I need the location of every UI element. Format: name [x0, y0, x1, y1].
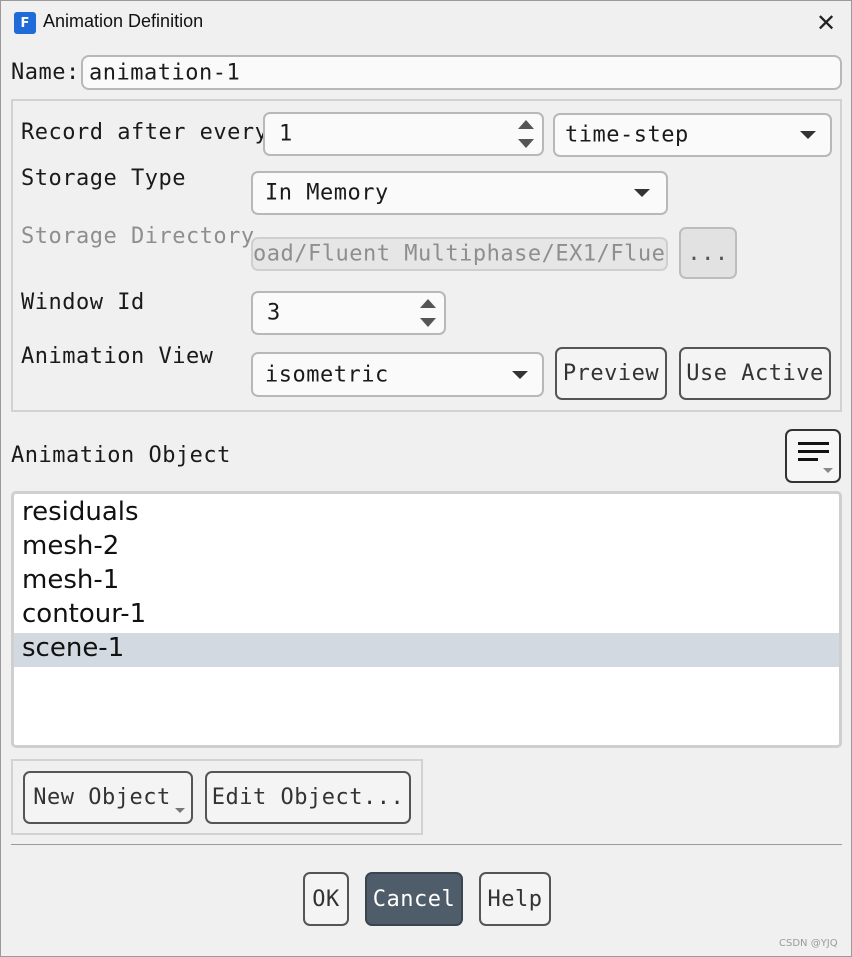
- window-id-label: Window Id: [21, 290, 145, 315]
- storage-directory-value: oad/Fluent Multiphase/EX1/Fluent: [253, 241, 668, 267]
- new-object-button[interactable]: New Object: [23, 771, 193, 824]
- list-options-icon[interactable]: [785, 429, 841, 483]
- animation-object-label: Animation Object: [11, 443, 231, 468]
- list-item[interactable]: mesh-2: [14, 531, 839, 565]
- name-value: animation-1: [89, 60, 241, 85]
- record-unit-dropdown[interactable]: time-step: [553, 113, 832, 157]
- spin-down-icon[interactable]: [518, 139, 534, 148]
- spin-up-icon[interactable]: [518, 120, 534, 129]
- preview-button[interactable]: Preview: [555, 347, 667, 400]
- record-interval-value: 1: [279, 121, 293, 147]
- storage-type-label: Storage Type: [21, 166, 186, 191]
- use-active-button[interactable]: Use Active: [679, 347, 831, 400]
- storage-directory-label: Storage Directory: [21, 224, 255, 249]
- window-title: Animation Definition: [43, 11, 204, 31]
- chevron-down-icon: [634, 189, 650, 197]
- list-item[interactable]: residuals: [14, 497, 839, 531]
- list-item-selected[interactable]: scene-1: [14, 633, 839, 667]
- spin-down-icon[interactable]: [420, 318, 436, 327]
- spin-up-icon[interactable]: [420, 299, 436, 308]
- chevron-down-icon: [800, 131, 816, 139]
- name-label: Name:: [11, 60, 80, 85]
- new-object-label: New Object: [33, 785, 171, 810]
- record-after-every-label: Record after every: [21, 120, 269, 145]
- browse-directory-button: ...: [679, 227, 737, 279]
- storage-directory-field: oad/Fluent Multiphase/EX1/Fluent: [251, 237, 668, 271]
- animation-view-value: isometric: [265, 362, 389, 387]
- name-field[interactable]: animation-1: [81, 55, 842, 90]
- edit-object-button[interactable]: Edit Object...: [205, 771, 411, 824]
- window-id-stepper[interactable]: 3: [251, 291, 446, 335]
- divider: [11, 844, 842, 845]
- record-interval-stepper[interactable]: 1: [263, 112, 544, 156]
- ok-button[interactable]: OK: [303, 872, 349, 926]
- record-unit-value: time-step: [565, 122, 689, 148]
- chevron-down-icon: [175, 808, 185, 813]
- list-item[interactable]: mesh-1: [14, 565, 839, 599]
- chevron-down-icon: [512, 370, 528, 379]
- fluent-app-icon: F: [14, 12, 36, 34]
- storage-type-dropdown[interactable]: In Memory: [251, 171, 668, 215]
- close-icon[interactable]: ✕: [807, 7, 845, 39]
- list-item[interactable]: contour-1: [14, 599, 839, 633]
- animation-view-dropdown[interactable]: isometric: [251, 352, 544, 397]
- cancel-button[interactable]: Cancel: [365, 872, 463, 926]
- animation-view-label: Animation View: [21, 344, 214, 369]
- animation-definition-dialog: F Animation Definition ✕ Name: animation…: [0, 0, 852, 957]
- window-id-value: 3: [267, 300, 281, 326]
- title-bar: F Animation Definition ✕: [1, 1, 851, 45]
- watermark: CSDN @YJQ: [779, 938, 838, 949]
- animation-object-list[interactable]: residuals mesh-2 mesh-1 contour-1 scene-…: [11, 491, 842, 748]
- help-button[interactable]: Help: [479, 872, 551, 926]
- storage-type-value: In Memory: [265, 180, 389, 206]
